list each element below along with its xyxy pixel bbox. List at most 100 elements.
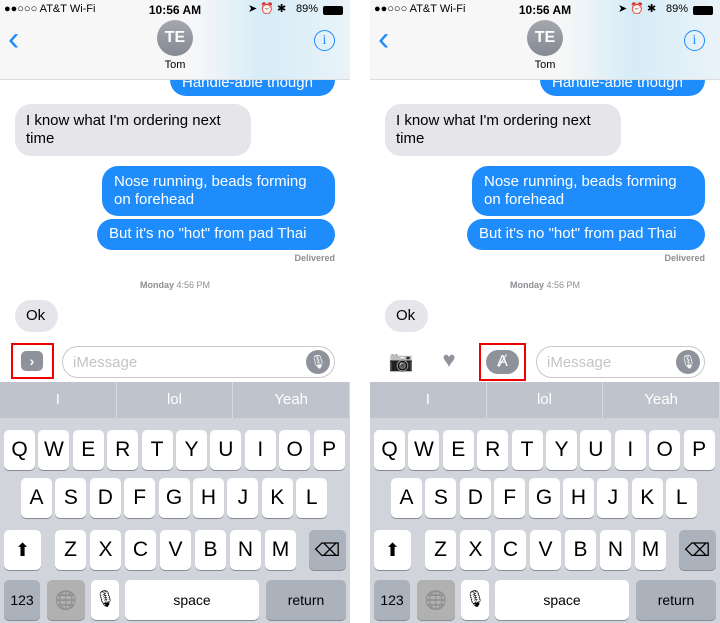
- back-button[interactable]: ‹: [378, 22, 389, 56]
- key-s[interactable]: S: [425, 478, 457, 518]
- message-bubble-received: I know what I'm ordering next time: [15, 104, 251, 156]
- suggestion-item[interactable]: lol: [116, 382, 234, 418]
- battery-icon: [693, 6, 713, 15]
- key-y[interactable]: Y: [546, 430, 577, 470]
- key-u[interactable]: U: [210, 430, 242, 470]
- key-a[interactable]: A: [21, 478, 52, 518]
- shift-key[interactable]: ⬆: [374, 530, 411, 570]
- return-key[interactable]: return: [266, 580, 346, 620]
- key-n[interactable]: N: [230, 530, 261, 570]
- space-key[interactable]: space: [125, 580, 259, 620]
- key-r[interactable]: R: [477, 430, 509, 470]
- delivered-label: Delivered: [664, 253, 705, 263]
- microphone-icon[interactable]: 🎙: [306, 350, 330, 374]
- suggestion-item[interactable]: lol: [486, 382, 604, 418]
- contact-avatar[interactable]: TE: [527, 20, 563, 56]
- key-w[interactable]: W: [38, 430, 70, 470]
- key-j[interactable]: J: [597, 478, 629, 518]
- key-v[interactable]: V: [160, 530, 191, 570]
- key-x[interactable]: X: [460, 530, 491, 570]
- key-u[interactable]: U: [580, 430, 612, 470]
- dictation-key[interactable]: 🎙: [91, 580, 119, 620]
- message-input[interactable]: iMessage 🎙: [62, 346, 335, 378]
- suggestion-item[interactable]: Yeah: [603, 382, 720, 418]
- expand-button[interactable]: ›: [11, 343, 54, 379]
- backspace-key[interactable]: ⌫: [679, 530, 716, 570]
- key-w[interactable]: W: [408, 430, 440, 470]
- key-p[interactable]: P: [313, 430, 345, 470]
- backspace-key[interactable]: ⌫: [309, 530, 346, 570]
- timestamp-time: 4:56 PM: [546, 280, 581, 290]
- key-v[interactable]: V: [530, 530, 561, 570]
- key-q[interactable]: Q: [4, 430, 35, 470]
- key-o[interactable]: O: [279, 430, 311, 470]
- key-t[interactable]: T: [511, 430, 543, 470]
- contact-name[interactable]: Tom: [370, 59, 720, 71]
- key-e[interactable]: E: [442, 430, 474, 470]
- globe-key[interactable]: 🌐: [47, 580, 85, 620]
- shift-key[interactable]: ⬆: [4, 530, 41, 570]
- contact-name[interactable]: Tom: [0, 59, 350, 71]
- timestamp-day: Monday: [139, 280, 174, 290]
- key-h[interactable]: H: [193, 478, 224, 518]
- numbers-key[interactable]: 123: [4, 580, 40, 620]
- key-t[interactable]: T: [141, 430, 173, 470]
- key-f[interactable]: F: [494, 478, 526, 518]
- key-b[interactable]: B: [195, 530, 226, 570]
- key-g[interactable]: G: [158, 478, 190, 518]
- info-button[interactable]: i: [684, 30, 705, 51]
- key-i[interactable]: I: [244, 430, 276, 470]
- key-z[interactable]: Z: [425, 530, 456, 570]
- key-j[interactable]: J: [227, 478, 259, 518]
- key-n[interactable]: N: [600, 530, 631, 570]
- key-l[interactable]: L: [666, 478, 698, 518]
- key-y[interactable]: Y: [176, 430, 207, 470]
- key-m[interactable]: M: [635, 530, 666, 570]
- key-k[interactable]: K: [261, 478, 293, 518]
- key-l[interactable]: L: [296, 478, 328, 518]
- suggestion-item[interactable]: Yeah: [233, 382, 350, 418]
- key-a[interactable]: A: [391, 478, 422, 518]
- key-d[interactable]: D: [89, 478, 121, 518]
- key-s[interactable]: S: [55, 478, 87, 518]
- key-m[interactable]: M: [265, 530, 296, 570]
- key-z[interactable]: Z: [55, 530, 86, 570]
- globe-key[interactable]: 🌐: [417, 580, 455, 620]
- numbers-key[interactable]: 123: [374, 580, 410, 620]
- message-bubble-received: Ok: [15, 300, 58, 332]
- key-g[interactable]: G: [528, 478, 560, 518]
- suggestion-item[interactable]: I: [0, 382, 117, 418]
- space-key[interactable]: space: [495, 580, 629, 620]
- app-store-button[interactable]: Ⱥ: [479, 343, 526, 381]
- key-p[interactable]: P: [683, 430, 715, 470]
- key-q[interactable]: Q: [374, 430, 405, 470]
- message-bubble-sent: Nose running, beads forming on forehead: [102, 166, 335, 216]
- contact-avatar[interactable]: TE: [157, 20, 193, 56]
- key-f[interactable]: F: [124, 478, 156, 518]
- key-b[interactable]: B: [565, 530, 596, 570]
- microphone-icon[interactable]: 🎙: [676, 350, 700, 374]
- phone-panel-expanded: ●●○○○ AT&T Wi-Fi 10:56 AM ➤ ⏰ ✱ 89% ‹ TE Tom i H…: [370, 0, 720, 623]
- return-key[interactable]: return: [636, 580, 716, 620]
- key-x[interactable]: X: [90, 530, 121, 570]
- key-e[interactable]: E: [72, 430, 104, 470]
- message-bubble-received: Ok: [385, 300, 428, 332]
- key-o[interactable]: O: [649, 430, 681, 470]
- battery-icon: [323, 6, 343, 15]
- keyboard: Ilol Yeah Q W E R T Y U I O P A S D F G H J K L ⬆ Z X C V B N M ⌫ 123 🌐…: [370, 382, 720, 623]
- key-i[interactable]: I: [614, 430, 646, 470]
- info-button[interactable]: i: [314, 30, 335, 51]
- key-h[interactable]: H: [563, 478, 594, 518]
- key-c[interactable]: C: [495, 530, 526, 570]
- dictation-key[interactable]: 🎙: [461, 580, 489, 620]
- key-r[interactable]: R: [107, 430, 139, 470]
- camera-button[interactable]: 📷: [388, 349, 414, 374]
- message-input[interactable]: iMessage 🎙: [536, 346, 705, 378]
- suggestion-item[interactable]: I: [370, 382, 487, 418]
- key-d[interactable]: D: [459, 478, 491, 518]
- back-button[interactable]: ‹: [8, 22, 19, 56]
- app-store-icon: Ⱥ: [486, 350, 519, 374]
- key-c[interactable]: C: [125, 530, 156, 570]
- digital-touch-heart-icon[interactable]: ♥: [436, 347, 462, 373]
- key-k[interactable]: K: [631, 478, 663, 518]
